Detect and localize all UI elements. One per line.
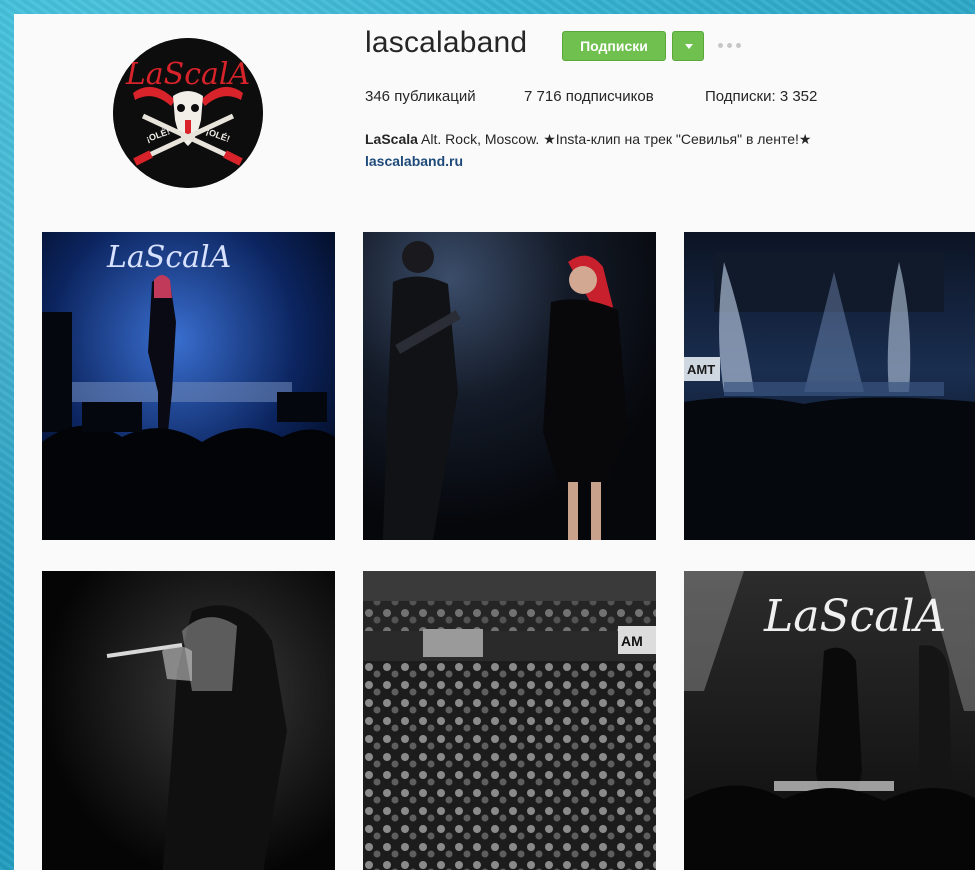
photo-tile-3[interactable]: AMT <box>684 232 975 540</box>
chevron-down-icon <box>685 44 693 49</box>
more-options-icon[interactable] <box>718 42 742 50</box>
photo-singer-bw-closeup <box>42 571 335 870</box>
avatar-logo-image: LaScalA ¡OLÉ! ¡OLÉ! <box>113 38 263 188</box>
profile-avatar[interactable]: LaScalA ¡OLÉ! ¡OLÉ! <box>113 38 263 188</box>
bio-name: LaScala <box>365 131 418 147</box>
photo-guitarist-and-singer <box>363 232 656 540</box>
photo-tile-4[interactable] <box>42 571 335 870</box>
profile-username: lascalaband <box>365 26 528 59</box>
posts-count[interactable]: 346 публикаций <box>365 88 476 105</box>
photo-logo-text: LaScalA <box>106 240 231 275</box>
photo-tile-6[interactable]: LaScalA <box>684 571 975 870</box>
stage-banner-text: AMT <box>687 362 715 377</box>
photo-concert-stage-blue: LaScalA <box>42 232 335 540</box>
followers-count[interactable]: 7 716 подписчиков <box>524 88 654 105</box>
photo-crowd-bw: AM <box>363 571 656 870</box>
following-count[interactable]: Подписки: 3 352 <box>705 88 817 105</box>
following-button[interactable]: Подписки <box>562 31 666 61</box>
bio-text: Alt. Rock, Moscow. ★Insta-клип на трек "… <box>417 131 812 147</box>
profile-page: LaScalA ¡OLÉ! ¡OLÉ! lascalaband Подписки… <box>14 14 975 870</box>
follow-dropdown-button[interactable] <box>672 31 704 61</box>
avatar-logo-text: LaScalA <box>125 57 250 92</box>
profile-website-link[interactable]: lascalaband.ru <box>365 153 463 169</box>
photo-tile-1[interactable]: LaScalA <box>42 232 335 540</box>
profile-bio: LaScala Alt. Rock, Moscow. ★Insta-клип н… <box>365 131 811 148</box>
photo-stage-smoke-lights: AMT <box>684 232 975 540</box>
photo-stage-logo-bw: LaScalA <box>684 571 975 870</box>
crowd-banner-text: AM <box>621 633 643 649</box>
photo-tile-2[interactable] <box>363 232 656 540</box>
stage-logo-text: LaScalA <box>763 591 946 642</box>
photo-tile-5[interactable]: AM <box>363 571 656 870</box>
